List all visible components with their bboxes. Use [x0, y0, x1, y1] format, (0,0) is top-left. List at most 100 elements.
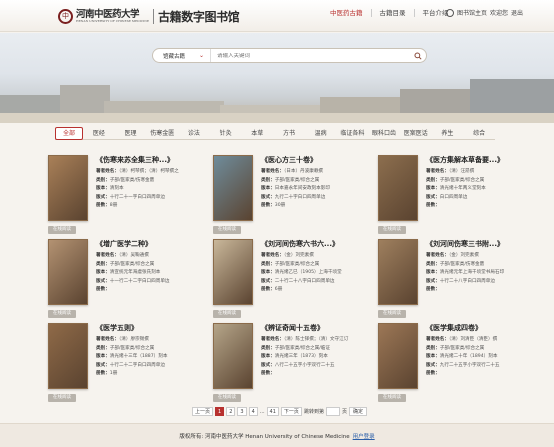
book-author-value: （日本）丹波康赖撰 [283, 169, 324, 174]
prev-page-button[interactable]: 上一页 [192, 407, 214, 416]
book-author-value: （清）陈士铎撰；（清）文守江订 [283, 337, 349, 342]
search-button[interactable] [410, 49, 426, 62]
book-cover-image[interactable] [213, 155, 253, 221]
book-edition-label: 版本： [261, 270, 275, 276]
tab-yili[interactable]: 医理 [115, 128, 147, 139]
book-author: 著者姓名：（清）廖宗锡撰 [96, 336, 188, 345]
read-online-button[interactable]: 在线阅读 [378, 226, 406, 234]
book-format: 版式：十行二十二字白口四周单边 [96, 362, 188, 371]
book-category-value: 子部/医家类/综合之属 [439, 345, 485, 351]
page-button-3[interactable]: 3 [237, 407, 247, 416]
nav-item-ancient-books[interactable]: 中医药古籍 [322, 9, 372, 17]
nav-item-catalog[interactable]: 古籍目录 [372, 9, 415, 17]
tab-zonghe[interactable]: 综合 [463, 128, 495, 139]
site-logo[interactable]: 中 河南中医药大学 HENAN UNIVERSITY OF CHINESE ME… [58, 7, 240, 25]
book-author: 著者姓名：（清）汪昂撰 [426, 168, 518, 177]
tab-yian[interactable]: 医案医话 [400, 128, 432, 139]
page-button-4[interactable]: 4 [248, 407, 258, 416]
tab-fangshu[interactable]: 方书 [273, 128, 305, 139]
book-title[interactable]: 《刘河间伤寒六书六...》 [261, 239, 339, 249]
book-cover-image[interactable] [213, 323, 253, 389]
book-title[interactable]: 《增广医学二种》 [96, 239, 152, 249]
book-cover-image[interactable] [213, 239, 253, 305]
book-category-value: 子部/医家类/综合之属 [109, 345, 155, 351]
book-author-label: 著者姓名： [96, 253, 119, 258]
read-online-button[interactable]: 在线阅读 [378, 394, 406, 402]
book-edition-label: 版本： [96, 186, 110, 192]
book-card[interactable]: 在线阅读 《辨证奇闻十五卷》 著者姓名：（清）陈士铎撰；（清）文守江订 类别：子部/医… [213, 323, 353, 407]
tab-zhenfa[interactable]: 诊法 [178, 128, 210, 139]
book-category-label: 类别： [261, 261, 275, 267]
book-edition-label: 版本： [96, 354, 110, 360]
book-card[interactable]: 在线阅读 《刘河间伤寒六书六...》著者姓名：（金）刘完素撰 类别：子部/医家类/综… [213, 239, 353, 323]
page-button-1[interactable]: 1 [215, 407, 225, 416]
search-scope-select[interactable]: 馆藏古籍 ⌄ [153, 49, 211, 62]
book-title[interactable]: 《医心方三十卷》 [261, 155, 317, 165]
book-volumes-label: 册数： [426, 287, 440, 293]
book-edition-value: 清光绪二十年（1894）刻本 [439, 354, 498, 360]
book-edition-label: 版本： [426, 354, 440, 360]
next-page-button[interactable]: 下一页 [280, 407, 302, 416]
page-button-last[interactable]: 41 [266, 407, 279, 416]
read-online-button[interactable]: 在线阅读 [213, 226, 241, 234]
book-title[interactable]: 《医学五则》 [96, 323, 138, 333]
book-title[interactable]: 《伤寒来苏全集三种...》 [96, 155, 174, 165]
tab-wenbing[interactable]: 温病 [305, 128, 337, 139]
search-bar: 馆藏古籍 ⌄ [152, 48, 427, 63]
book-format-value: 九行二十五字小字双行二十五 [439, 362, 500, 368]
book-card[interactable]: 在线阅读 《伤寒来苏全集三种...》著者姓名：（清）柯琴撰；（清）柯琴撰之 类别：子… [48, 155, 188, 239]
book-title[interactable]: 《医学集成四卷》 [426, 323, 482, 333]
read-online-button[interactable]: 在线阅读 [213, 310, 241, 318]
book-cover-image[interactable] [48, 323, 88, 389]
book-card[interactable]: 在线阅读 《医心方三十卷》 著者姓名：（日本）丹波康赖撰 类别：子部/医家类/综合之属… [213, 155, 353, 239]
book-format-value: 十行二十一字白口四周单边 [109, 194, 165, 200]
goto-confirm-button[interactable]: 确定 [348, 407, 367, 416]
book-volumes: 册数：1册 [96, 370, 188, 379]
book-card[interactable]: 在线阅读 《增广医学二种》著者姓名：（清）吴鞠通撰 类别：子部/医家类/综合之属 版本… [48, 239, 188, 323]
book-card[interactable]: 在线阅读 《医学集成四卷》 著者姓名：（清）刘清臣（清臣）撰 类别：子部/医家类/综合… [378, 323, 518, 407]
book-title[interactable]: 《辨证奇闻十五卷》 [261, 323, 324, 333]
book-title[interactable]: 《刘河间伤寒三书附...》 [426, 239, 504, 249]
read-online-button[interactable]: 在线阅读 [48, 310, 76, 318]
book-edition: 版本：清光绪二十年（1894）刻本 [426, 353, 518, 362]
library-home-link[interactable]: 图书馆主页 [457, 8, 487, 17]
read-online-button[interactable]: 在线阅读 [48, 394, 76, 402]
tab-yanke[interactable]: 眼科口齿 [368, 128, 400, 139]
book-meta: 著者姓名：（清）吴鞠通撰 类别：子部/医家类/综合之属 版本：清宣统元年海虞张氏刻本… [96, 252, 188, 295]
book-cover-image[interactable] [378, 239, 418, 305]
book-card[interactable]: 在线阅读 《刘河间伤寒三书附...》 著者姓名：（金）刘完素撰 类别：子部/医家类/伤… [378, 239, 518, 323]
logout-link[interactable]: 退出 [511, 8, 523, 17]
tab-shanghan[interactable]: 伤寒金匮 [146, 128, 178, 139]
book-category-label: 类别： [426, 261, 440, 267]
read-online-button[interactable]: 在线阅读 [378, 310, 406, 318]
book-cover-image[interactable] [48, 239, 88, 305]
book-meta: 著者姓名：（清）柯琴撰；（清）柯琴撰之 类别：子部/医家类/伤寒金匮 版本：清刻本版… [96, 168, 188, 211]
book-meta: 著者姓名：（金）刘完素撰 类别：子部/医家类/综合之属 版本：清光绪乙巳（1905）… [261, 252, 353, 295]
book-format: 版式：十行二十一字白口四周单边 [96, 194, 188, 203]
book-card[interactable]: 在线阅读 《医方集解本草备要...》 著者姓名：（清）汪昂撰 类别：子部/医家类/综合… [378, 155, 518, 239]
book-edition-label: 版本： [261, 186, 275, 192]
tab-zhenjiu[interactable]: 针灸 [210, 128, 242, 139]
tab-all[interactable]: 全部 [55, 127, 83, 140]
tab-yangsheng[interactable]: 养生 [432, 128, 464, 139]
book-author-label: 著者姓名： [261, 337, 284, 342]
book-title[interactable]: 《医方集解本草备要...》 [426, 155, 504, 165]
read-online-button[interactable]: 在线阅读 [213, 394, 241, 402]
book-card[interactable]: 在线阅读 《医学五则》 著者姓名：（清）廖宗锡撰 类别：子部/医家类/综合之属 版本：清… [48, 323, 188, 407]
goto-page-input[interactable] [325, 407, 340, 416]
book-cover-image[interactable] [378, 323, 418, 389]
book-volumes-value: 1册 [109, 371, 118, 377]
footer-login-link[interactable]: 用户登录 [353, 432, 375, 440]
page-button-2[interactable]: 2 [226, 407, 236, 416]
search-input[interactable] [211, 52, 410, 59]
university-name-cn: 河南中医药大学 [76, 8, 140, 20]
tab-linzheng[interactable]: 临证各科 [337, 128, 369, 139]
book-cover-image[interactable] [48, 155, 88, 221]
tab-bencao[interactable]: 本草 [241, 128, 273, 139]
book-cover-image[interactable] [378, 155, 418, 221]
book-author-value: （金）刘完素撰 [448, 253, 479, 258]
book-format-label: 版式： [96, 278, 110, 284]
book-category: 类别：子部/医家类/伤寒金匮 [96, 177, 188, 186]
tab-yijing[interactable]: 医经 [83, 128, 115, 139]
read-online-button[interactable]: 在线阅读 [48, 226, 76, 234]
